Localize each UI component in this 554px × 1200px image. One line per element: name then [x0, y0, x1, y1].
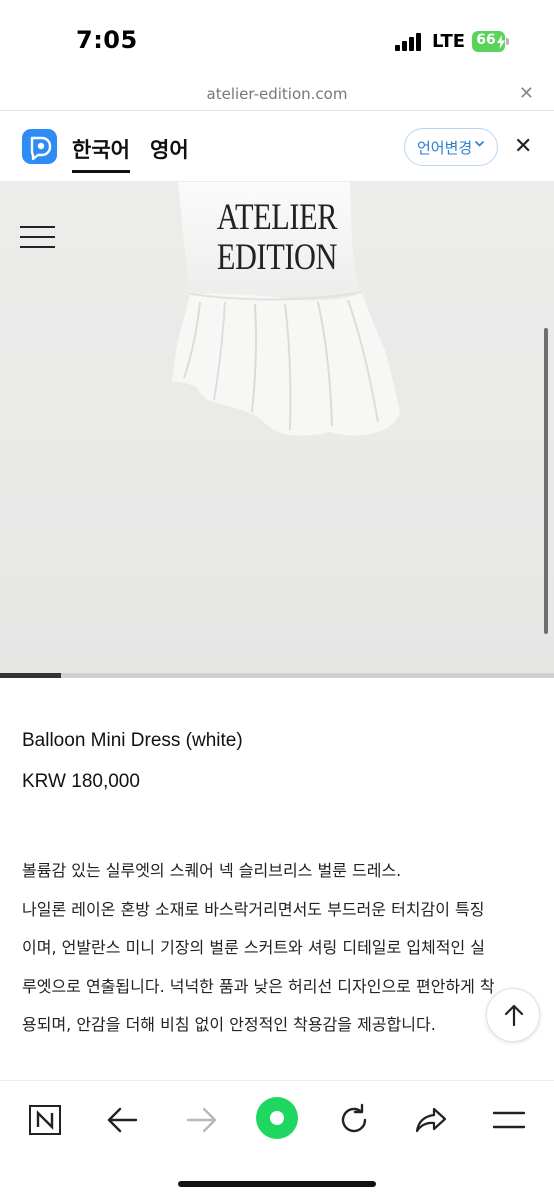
charging-bolt-icon [497, 35, 505, 49]
url-bar[interactable]: atelier-edition.com ✕ [0, 80, 554, 111]
tab-korean[interactable]: 한국어 [72, 134, 130, 173]
home-indicator[interactable] [178, 1181, 376, 1187]
url-close-icon[interactable]: ✕ [519, 83, 534, 104]
naver-icon[interactable] [22, 1097, 68, 1143]
change-language-label: 언어변경 [417, 139, 473, 157]
image-slider-progress [0, 673, 554, 678]
status-bar: 7:05 LTE 66 [0, 0, 554, 80]
reload-icon[interactable] [331, 1097, 377, 1143]
brand-logo-line1: ATELIER [216, 197, 338, 238]
description-line: 이며, 언발란스 미니 기장의 벌룬 스커트와 셔링 디테일로 입체적인 실 [22, 938, 486, 957]
description-line: 용되며, 안감을 더해 비침 없이 안정적인 착용감을 제공합니다. [22, 1015, 436, 1034]
product-hero-image[interactable]: ATELIER EDITION [0, 182, 554, 678]
translate-close-icon[interactable]: ✕ [514, 134, 532, 159]
arrow-up-icon [504, 1004, 524, 1027]
translate-bar: 한국어 영어 언어변경 ✕ [0, 112, 554, 182]
product-price: KRW 180,000 [22, 771, 140, 792]
scroll-to-top-button[interactable] [486, 988, 540, 1042]
papago-logo-icon [22, 129, 57, 164]
url-text[interactable]: atelier-edition.com [0, 85, 554, 103]
tab-english[interactable]: 영어 [150, 134, 189, 164]
back-arrow-icon[interactable] [100, 1097, 146, 1143]
description-line: 나일론 레이온 혼방 소재로 바스락거리면서도 부드러운 터치감이 특징 [22, 899, 485, 919]
description-line: 볼륨감 있는 실루엣의 스퀘어 넥 슬리브리스 벌룬 드레스. [22, 861, 402, 880]
share-icon[interactable] [408, 1097, 454, 1143]
battery-level: 66 [476, 32, 496, 48]
green-dot-icon[interactable] [254, 1095, 300, 1141]
image-slider-progress-fill [0, 673, 61, 678]
change-language-button[interactable]: 언어변경 [404, 128, 498, 166]
brand-logo[interactable]: ATELIER EDITION [50, 198, 504, 278]
chevron-down-icon [474, 138, 485, 152]
product-description: 볼륨감 있는 실루엣의 스퀘어 넥 슬리브리스 벌룬 드레스. 나일론 레이온 … [22, 852, 522, 1045]
status-time: 7:05 [76, 26, 138, 54]
menu-icon[interactable] [486, 1097, 532, 1143]
signal-icon [395, 33, 423, 51]
battery-icon: 66 [472, 31, 509, 52]
page-scrollbar[interactable] [544, 328, 548, 634]
brand-logo-line2: EDITION [216, 237, 338, 278]
network-type: LTE [432, 31, 466, 52]
description-line: 루엣으로 연출됩니다. 넉넉한 품과 낮은 허리선 디자인으로 편안하게 착 [22, 976, 495, 996]
product-name: Balloon Mini Dress (white) [22, 730, 243, 751]
forward-arrow-icon[interactable] [178, 1097, 224, 1143]
